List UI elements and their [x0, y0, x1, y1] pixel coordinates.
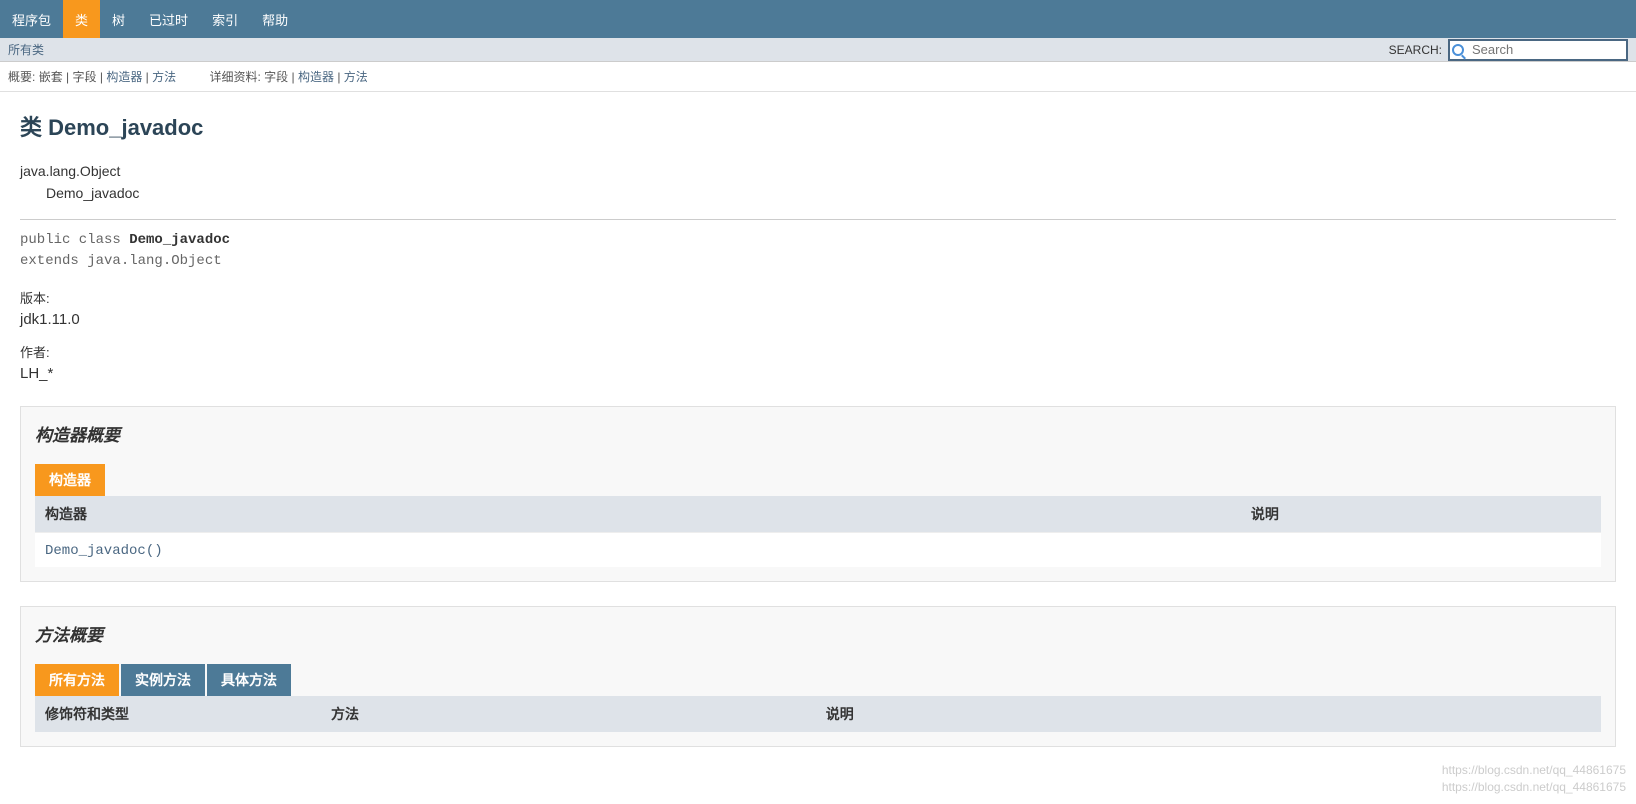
class-name-bold: Demo_javadoc: [129, 232, 230, 248]
tab-concrete-methods[interactable]: 具体方法: [207, 664, 291, 696]
author-label: 作者:: [20, 342, 1616, 361]
inheritance-tree: java.lang.Object Demo_javadoc: [20, 160, 1616, 205]
search-label: SEARCH:: [1389, 43, 1442, 57]
tab-instance-methods[interactable]: 实例方法: [121, 664, 205, 696]
class-declaration: public class Demo_javadoc extends java.l…: [20, 230, 1616, 272]
summary-field: 字段: [73, 70, 97, 84]
nav-class[interactable]: 类: [63, 0, 100, 38]
detail-constructor-link[interactable]: 构造器: [298, 70, 334, 84]
summary-nested: 嵌套: [39, 70, 63, 84]
nav-index[interactable]: 索引: [200, 0, 250, 38]
constructor-desc-cell: [1251, 541, 1591, 559]
nav-package[interactable]: 程序包: [0, 0, 63, 38]
search-field-wrap: [1448, 39, 1628, 61]
divider: [20, 219, 1616, 220]
constructor-tab-row: 构造器: [35, 464, 1601, 496]
search-wrap: SEARCH:: [1389, 39, 1628, 61]
nav-help[interactable]: 帮助: [250, 0, 300, 38]
extends-line: extends java.lang.Object: [20, 253, 222, 269]
inheritance-parent: java.lang.Object: [20, 160, 1616, 182]
nav-tree[interactable]: 树: [100, 0, 137, 38]
method-col-modifier: 修饰符和类型: [45, 704, 331, 724]
version-label: 版本:: [20, 288, 1616, 307]
detail-label: 详细资料:: [209, 70, 260, 84]
method-summary-section: 方法概要 所有方法 实例方法 具体方法 修饰符和类型 方法 说明: [20, 606, 1616, 747]
detail-group: 详细资料: 字段 | 构造器 | 方法: [209, 70, 367, 84]
top-nav: 程序包 类 树 已过时 索引 帮助: [0, 0, 1636, 38]
class-tags: 版本: jdk1.11.0 作者: LH_*: [20, 288, 1616, 382]
constructor-col-name: 构造器: [45, 504, 1251, 524]
constructor-table-header: 构造器 说明: [35, 496, 1601, 532]
method-table-header: 修饰符和类型 方法 说明: [35, 696, 1601, 732]
method-summary-title: 方法概要: [35, 621, 1601, 646]
constructor-row: Demo_javadoc(): [35, 532, 1601, 567]
nav-deprecated[interactable]: 已过时: [137, 0, 200, 38]
search-input[interactable]: [1448, 39, 1628, 61]
meta-bar: 概要: 嵌套 | 字段 | 构造器 | 方法 详细资料: 字段 | 构造器 | …: [0, 62, 1636, 92]
class-title: 类 Demo_javadoc: [20, 110, 1616, 142]
detail-method-link[interactable]: 方法: [344, 70, 368, 84]
constructor-tab[interactable]: 构造器: [35, 464, 105, 496]
version-value: jdk1.11.0: [20, 311, 1616, 328]
author-value: LH_*: [20, 365, 1616, 382]
summary-label: 概要:: [8, 70, 35, 84]
tab-all-methods[interactable]: 所有方法: [35, 664, 119, 696]
method-col-desc: 说明: [826, 704, 1591, 724]
all-classes-link[interactable]: 所有类: [8, 41, 44, 58]
constructor-summary-section: 构造器概要 构造器 构造器 说明 Demo_javadoc(): [20, 406, 1616, 582]
constructor-col-desc: 说明: [1251, 504, 1591, 524]
constructor-summary-title: 构造器概要: [35, 421, 1601, 446]
sub-bar: 所有类 SEARCH:: [0, 38, 1636, 62]
search-icon: [1452, 44, 1464, 56]
constructor-link[interactable]: Demo_javadoc(): [45, 543, 163, 559]
method-tab-row: 所有方法 实例方法 具体方法: [35, 664, 1601, 696]
summary-method-link[interactable]: 方法: [152, 70, 176, 84]
summary-constructor-link[interactable]: 构造器: [106, 70, 142, 84]
method-col-name: 方法: [331, 704, 826, 724]
main-content: 类 Demo_javadoc java.lang.Object Demo_jav…: [0, 92, 1636, 765]
watermark: https://blog.csdn.net/qq_44861675 https:…: [1442, 762, 1626, 796]
detail-field: 字段: [264, 70, 288, 84]
summary-group: 概要: 嵌套 | 字段 | 构造器 | 方法: [8, 70, 209, 84]
inheritance-self: Demo_javadoc: [20, 182, 1616, 204]
